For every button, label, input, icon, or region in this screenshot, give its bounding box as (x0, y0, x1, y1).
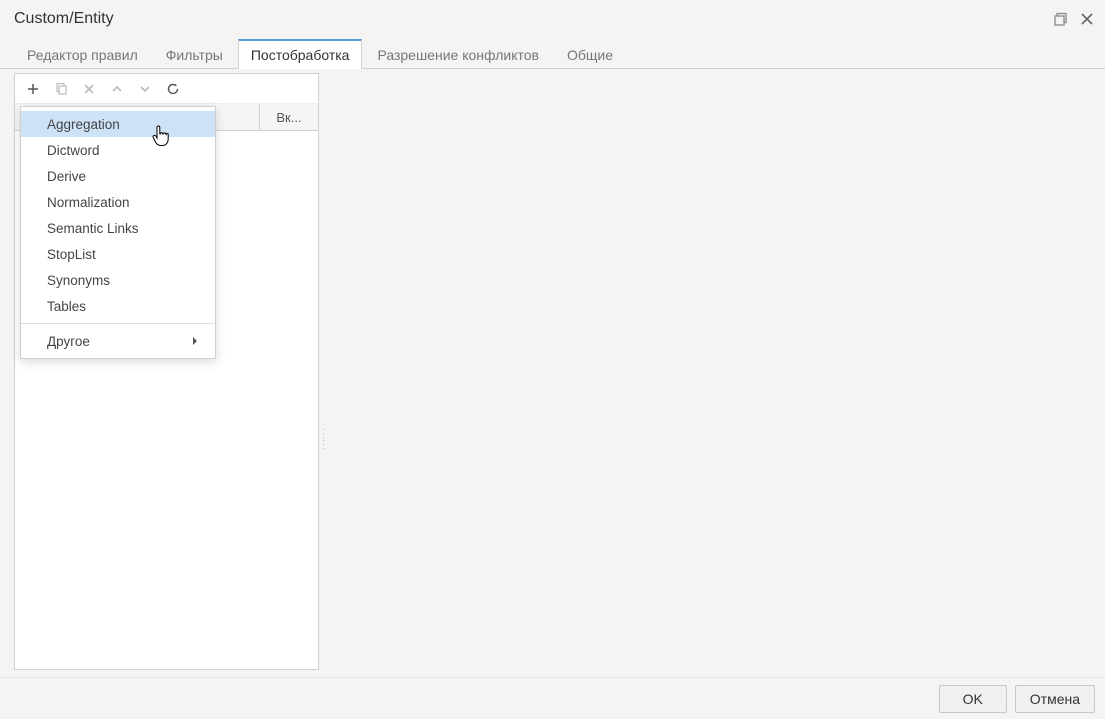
plus-icon (26, 82, 40, 96)
tab-general[interactable]: Общие (554, 40, 626, 69)
window-title: Custom/Entity (14, 10, 1053, 28)
tab-label: Фильтры (166, 47, 223, 63)
tab-rules-editor[interactable]: Редактор правил (14, 40, 151, 69)
refresh-button[interactable] (159, 77, 187, 101)
refresh-icon (166, 82, 180, 96)
menu-item-synonyms[interactable]: Synonyms (21, 267, 215, 293)
menu-item-stoplist[interactable]: StopList (21, 241, 215, 267)
menu-item-label: Tables (47, 299, 86, 314)
menu-item-label: Dictword (47, 143, 100, 158)
tab-label: Редактор правил (27, 47, 138, 63)
restore-icon[interactable] (1053, 11, 1069, 27)
tab-label: Разрешение конфликтов (377, 47, 539, 63)
add-dropdown-menu: Aggregation Dictword Derive Normalizatio… (20, 106, 216, 359)
menu-separator (21, 323, 215, 324)
tab-postprocessing[interactable]: Постобработка (238, 39, 363, 69)
tab-conflicts[interactable]: Разрешение конфликтов (364, 40, 552, 69)
grid-col-enabled[interactable]: Вк... (260, 104, 318, 130)
menu-item-aggregation[interactable]: Aggregation (21, 111, 215, 137)
cancel-button[interactable]: Отмена (1015, 685, 1095, 713)
menu-item-tables[interactable]: Tables (21, 293, 215, 319)
titlebar: Custom/Entity (0, 0, 1105, 38)
menu-item-label: Другое (47, 334, 90, 349)
copy-icon (54, 82, 68, 96)
move-up-button[interactable] (103, 77, 131, 101)
tab-label: Постобработка (251, 47, 350, 63)
menu-item-label: Semantic Links (47, 221, 139, 236)
menu-item-label: Aggregation (47, 117, 120, 132)
panel-toolbar (15, 74, 318, 104)
dialog-footer: OK Отмена (0, 677, 1105, 719)
menu-item-label: StopList (47, 247, 96, 262)
grid-col-label: Вк... (276, 110, 301, 125)
close-icon (83, 83, 95, 95)
tab-filters[interactable]: Фильтры (153, 40, 236, 69)
chevron-right-icon (191, 336, 199, 346)
delete-button[interactable] (75, 77, 103, 101)
splitter-handle[interactable] (322, 429, 326, 449)
menu-item-label: Derive (47, 169, 86, 184)
menu-item-semantic-links[interactable]: Semantic Links (21, 215, 215, 241)
menu-item-derive[interactable]: Derive (21, 163, 215, 189)
close-icon[interactable] (1079, 11, 1095, 27)
menu-item-normalization[interactable]: Normalization (21, 189, 215, 215)
ok-button[interactable]: OK (939, 685, 1007, 713)
menu-item-dictword[interactable]: Dictword (21, 137, 215, 163)
menu-item-other[interactable]: Другое (21, 328, 215, 354)
tabstrip: Редактор правил Фильтры Постобработка Ра… (0, 38, 1105, 69)
chevron-down-icon (139, 83, 151, 95)
button-label: Отмена (1030, 691, 1080, 707)
chevron-up-icon (111, 83, 123, 95)
move-down-button[interactable] (131, 77, 159, 101)
copy-button[interactable] (47, 77, 75, 101)
tab-label: Общие (567, 47, 613, 63)
menu-item-label: Normalization (47, 195, 130, 210)
menu-item-label: Synonyms (47, 273, 110, 288)
window-controls (1053, 11, 1095, 27)
add-button[interactable] (19, 77, 47, 101)
button-label: OK (963, 691, 983, 707)
